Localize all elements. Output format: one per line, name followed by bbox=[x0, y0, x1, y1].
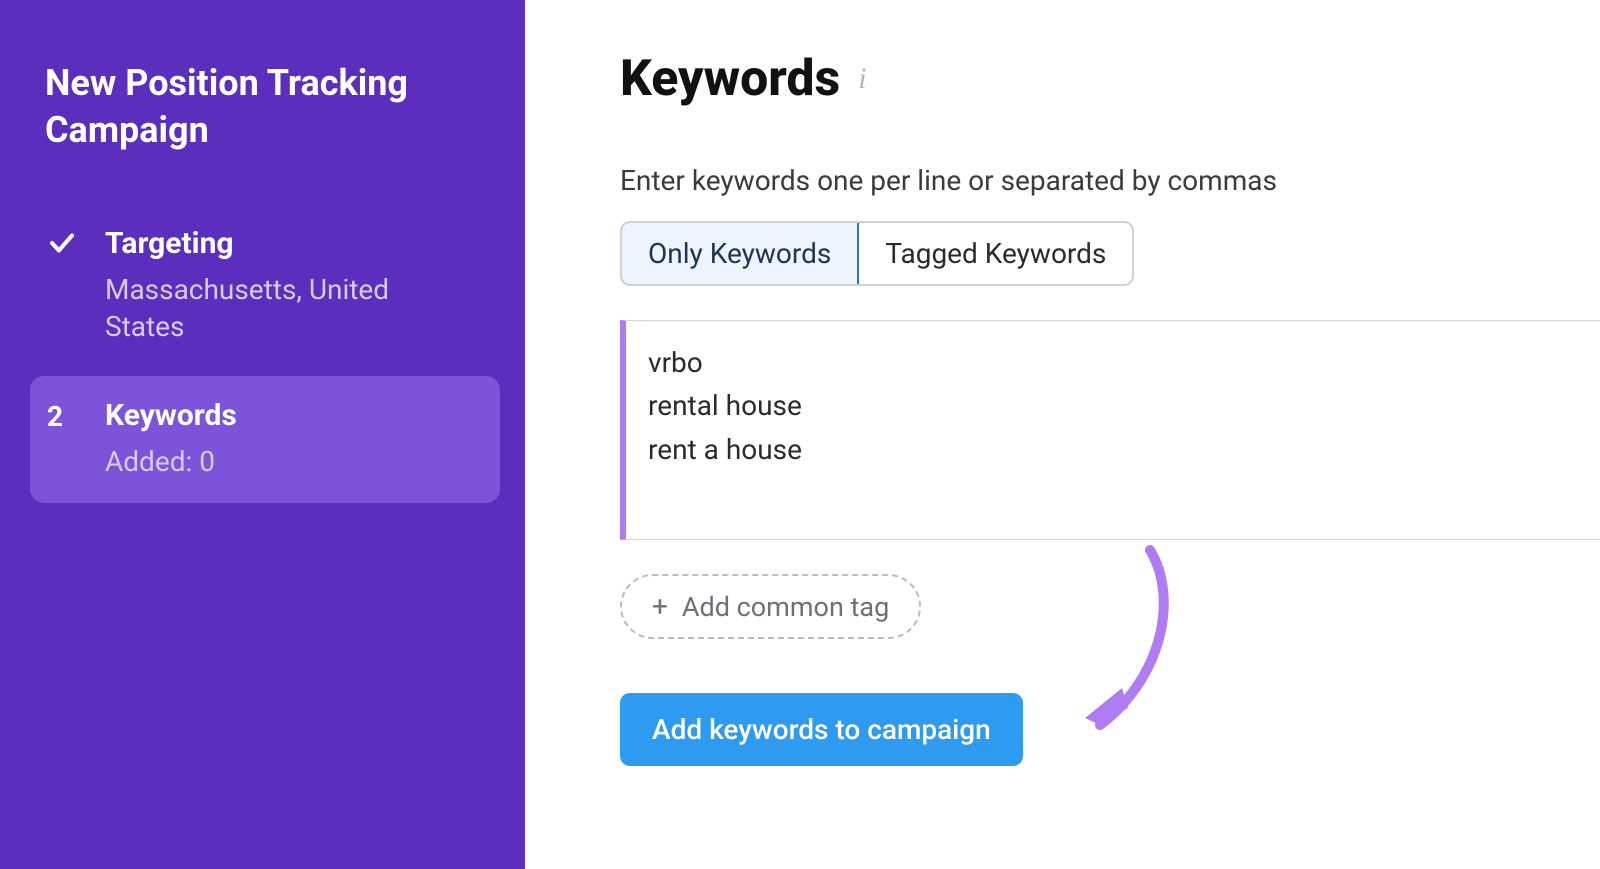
add-keywords-button[interactable]: Add keywords to campaign bbox=[620, 693, 1023, 766]
main-content: Keywords i Enter keywords one per line o… bbox=[525, 0, 1600, 869]
instruction-text: Enter keywords one per line or separated… bbox=[620, 164, 1600, 197]
step-sublabel: Massachusetts, United States bbox=[105, 271, 475, 347]
page-title-text: Keywords bbox=[620, 50, 840, 108]
page-title: Keywords i bbox=[620, 50, 1600, 108]
step-label: Targeting bbox=[105, 224, 475, 263]
info-icon[interactable]: i bbox=[858, 62, 866, 96]
wizard-step-targeting[interactable]: Targeting Massachusetts, United States bbox=[30, 204, 500, 369]
keyword-mode-segmented: Only Keywords Tagged Keywords bbox=[620, 221, 1134, 286]
step-sublabel: Added: 0 bbox=[105, 443, 475, 481]
keywords-textarea[interactable]: vrbo rental house rent a house bbox=[620, 320, 1600, 540]
tab-only-keywords[interactable]: Only Keywords bbox=[620, 221, 859, 286]
wizard-step-keywords[interactable]: 2 Keywords Added: 0 bbox=[30, 376, 500, 503]
add-common-tag-button[interactable]: + Add common tag bbox=[620, 574, 921, 639]
add-tag-label: Add common tag bbox=[682, 591, 889, 623]
tab-tagged-keywords[interactable]: Tagged Keywords bbox=[857, 223, 1132, 284]
step-number: 2 bbox=[47, 400, 63, 433]
check-icon bbox=[47, 228, 77, 258]
step-label: Keywords bbox=[105, 396, 475, 435]
plus-icon: + bbox=[652, 590, 668, 623]
wizard-sidebar: New Position Tracking Campaign Targeting… bbox=[0, 0, 525, 869]
sidebar-title: New Position Tracking Campaign bbox=[45, 60, 495, 154]
